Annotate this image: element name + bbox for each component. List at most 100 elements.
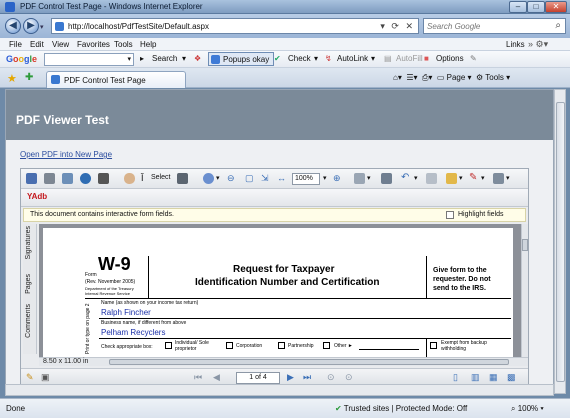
select-tool-button[interactable]: Select	[151, 174, 170, 181]
minimize-button[interactable]: –	[509, 1, 527, 13]
find-icon[interactable]	[98, 173, 109, 184]
home-icon[interactable]: ⌂▾	[393, 73, 402, 82]
add-favorites-icon[interactable]: ✚	[25, 72, 33, 83]
history-dropdown-icon[interactable]: ▾	[40, 23, 44, 31]
zoom-out-icon[interactable]: ⊖	[227, 173, 235, 184]
links-button[interactable]: Links	[506, 40, 525, 49]
feeds-icon[interactable]: ☰▾	[406, 73, 417, 82]
google-search-button[interactable]: Search	[152, 54, 177, 63]
fit-width-icon[interactable]: ↔	[277, 173, 286, 183]
search-icon[interactable]: ⌕	[555, 20, 561, 31]
tool-icon[interactable]	[426, 173, 437, 184]
comment-icon[interactable]	[446, 173, 457, 184]
chevron-down-icon[interactable]: ▾	[182, 54, 186, 63]
save-icon[interactable]	[26, 173, 37, 184]
adobe-icon[interactable]: YAdb	[27, 192, 47, 201]
chevron-down-icon[interactable]: ▾	[367, 174, 371, 182]
document-vertical-scrollbar[interactable]	[521, 224, 528, 357]
single-page-icon[interactable]: ▯	[453, 372, 458, 383]
refresh-stop-icons[interactable]: ▾ ⟳ ✕	[380, 21, 415, 32]
next-page-icon[interactable]: ▶	[287, 372, 294, 383]
page-horizontal-scrollbar[interactable]	[5, 384, 554, 396]
tab-pages[interactable]: Pages	[25, 274, 32, 294]
search-box[interactable]: Search Google ⌕	[423, 18, 566, 34]
security-zone[interactable]: ✔ Trusted sites | Protected Mode: Off	[335, 404, 467, 413]
select-tool-icon[interactable]: Ĭ	[141, 173, 144, 183]
links-chevron-icon[interactable]: » ⚙▾	[528, 39, 548, 50]
chevron-down-icon[interactable]: ▾	[314, 54, 318, 63]
print-icon[interactable]	[44, 173, 55, 184]
hand-tool-icon[interactable]	[124, 173, 135, 184]
page-layout-icon[interactable]	[354, 173, 365, 184]
options-button[interactable]: Options	[436, 54, 464, 63]
exempt-checkbox[interactable]	[430, 342, 437, 349]
tool-icon[interactable]: ✎	[26, 372, 34, 383]
chevron-down-icon[interactable]: ▾	[481, 174, 485, 182]
continuous-icon[interactable]: ▥	[471, 372, 480, 383]
scroll-thumb[interactable]	[109, 359, 509, 365]
chevron-down-icon[interactable]: ▾	[323, 174, 327, 182]
menu-file[interactable]: File	[9, 40, 22, 49]
highlight-fields-checkbox[interactable]	[446, 211, 454, 219]
scroll-thumb[interactable]	[556, 102, 565, 382]
document-horizontal-scrollbar[interactable]: 8.50 x 11.00 in	[39, 357, 528, 366]
chevron-down-icon[interactable]: ▾	[506, 174, 510, 182]
undo-icon[interactable]: ↶	[401, 172, 409, 183]
close-button[interactable]: ✕	[545, 1, 567, 13]
page-number-field[interactable]: 1 of 4	[236, 372, 280, 384]
menu-tools[interactable]: Tools	[114, 40, 133, 49]
chevron-down-icon[interactable]: ▾	[459, 174, 463, 182]
zoom-icon[interactable]	[203, 173, 214, 184]
scroll-thumb[interactable]	[522, 239, 528, 251]
zoom-level[interactable]: ⌕ 100% ▾	[511, 404, 544, 414]
facing-icon[interactable]: ▦	[489, 372, 498, 383]
tools-menu-button[interactable]: ⚙ Tools ▾	[476, 73, 510, 82]
partnership-checkbox[interactable]	[278, 342, 285, 349]
pages-panel-icon[interactable]: ▣	[41, 372, 50, 383]
tab-signatures[interactable]: Signatures	[25, 226, 32, 259]
favorites-star-icon[interactable]: ★	[7, 72, 17, 85]
continuous-facing-icon[interactable]: ▩	[507, 372, 516, 383]
chevron-down-icon[interactable]: ▾	[216, 174, 220, 182]
autofill-button[interactable]: AutoFill	[396, 54, 423, 63]
email-icon[interactable]	[62, 173, 73, 184]
other-checkbox[interactable]	[323, 342, 330, 349]
actual-size-icon[interactable]: ▢	[245, 173, 254, 184]
chevron-down-icon[interactable]: ▾	[127, 55, 131, 63]
back-button[interactable]: ◀	[5, 18, 21, 34]
page-menu-button[interactable]: ▭ Page ▾	[437, 73, 472, 82]
google-logo[interactable]: Google	[6, 54, 37, 64]
zoom-field[interactable]: 100%	[292, 173, 320, 185]
individual-checkbox[interactable]	[165, 342, 172, 349]
name-field[interactable]: Ralph Fincher	[101, 308, 151, 317]
google-search-input[interactable]: ▾	[44, 53, 134, 66]
menu-view[interactable]: View	[52, 40, 69, 49]
last-page-icon[interactable]: ⏭	[303, 372, 311, 383]
page-vertical-scrollbar[interactable]	[554, 89, 566, 394]
forward-button[interactable]: ▶	[23, 18, 39, 34]
pen-icon[interactable]: ✎	[470, 54, 477, 63]
snapshot-icon[interactable]	[177, 173, 188, 184]
chevron-down-icon[interactable]: ▾	[414, 174, 418, 182]
menu-edit[interactable]: Edit	[30, 40, 44, 49]
zoom-in-icon[interactable]: ⊕	[333, 173, 341, 184]
prev-page-icon[interactable]: ◀	[213, 372, 220, 383]
markup-pen-icon[interactable]: ✎	[469, 172, 477, 183]
popup-blocker-button[interactable]: Popups okay	[208, 52, 275, 66]
open-pdf-link[interactable]: Open PDF into New Page	[20, 150, 112, 159]
next-view-icon[interactable]: ⊙	[345, 372, 353, 383]
corporation-checkbox[interactable]	[226, 342, 233, 349]
address-url[interactable]: http://localhost/PdfTestSite/Default.asp…	[68, 22, 209, 31]
previous-view-icon[interactable]: ⊙	[327, 372, 335, 383]
menu-favorites[interactable]: Favorites	[77, 40, 110, 49]
maximize-button[interactable]: □	[527, 1, 545, 13]
rotate-icon[interactable]	[381, 173, 392, 184]
autolink-button[interactable]: AutoLink	[337, 54, 368, 63]
first-page-icon[interactable]: ⏮	[194, 372, 202, 383]
check-button[interactable]: Check	[288, 54, 311, 63]
print-icon[interactable]: ⎙▾	[422, 73, 432, 82]
business-field[interactable]: Pelham Recyclers	[101, 328, 165, 337]
fit-page-icon[interactable]: ⇲	[261, 173, 269, 184]
forms-icon[interactable]	[493, 173, 504, 184]
address-bar[interactable]: http://localhost/PdfTestSite/Default.asp…	[51, 18, 419, 34]
